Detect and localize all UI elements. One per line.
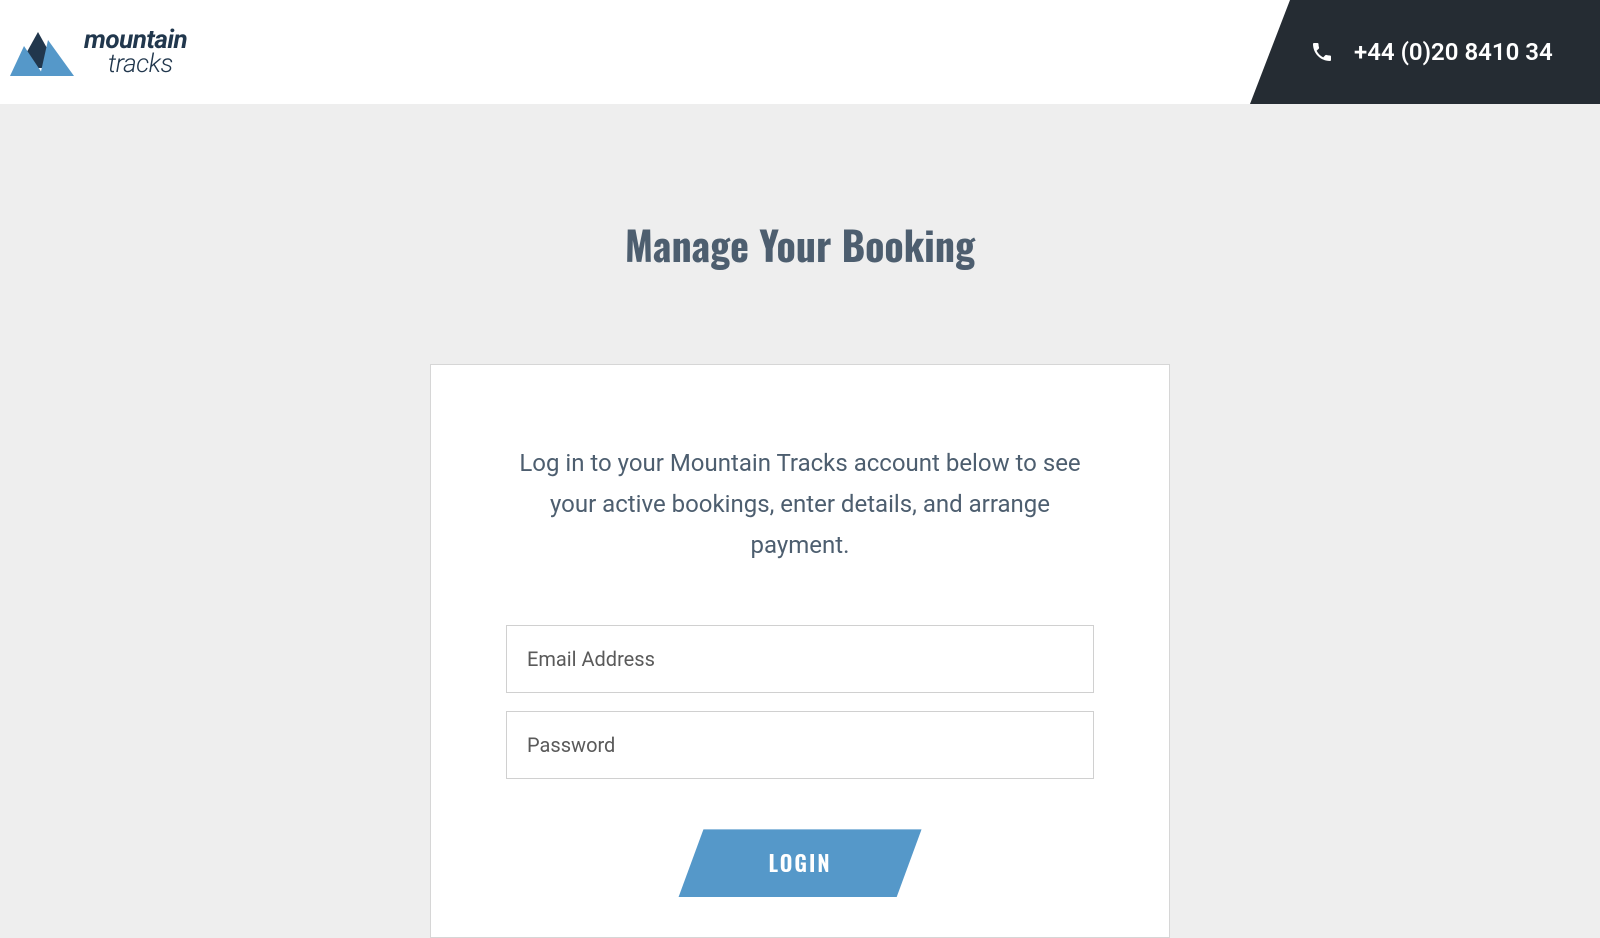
mountain-logo-icon — [10, 28, 74, 76]
phone-number: +44 (0)20 8410 34 — [1354, 38, 1553, 66]
password-field[interactable] — [506, 711, 1094, 779]
page-title: Manage Your Booking — [0, 214, 1600, 274]
phone-icon — [1310, 40, 1334, 64]
login-description: Log in to your Mountain Tracks account b… — [506, 443, 1094, 565]
phone-link[interactable]: +44 (0)20 8410 34 — [1250, 0, 1600, 104]
login-card: Log in to your Mountain Tracks account b… — [430, 364, 1170, 938]
logo-text-bottom: tracks — [84, 51, 187, 77]
email-field[interactable] — [506, 625, 1094, 693]
site-header: mountain tracks +44 (0)20 8410 34 — [0, 0, 1600, 104]
login-button[interactable]: LOGIN — [678, 829, 921, 897]
main-content: Manage Your Booking Log in to your Mount… — [0, 104, 1600, 938]
logo[interactable]: mountain tracks — [10, 27, 187, 77]
logo-text: mountain tracks — [84, 27, 187, 77]
